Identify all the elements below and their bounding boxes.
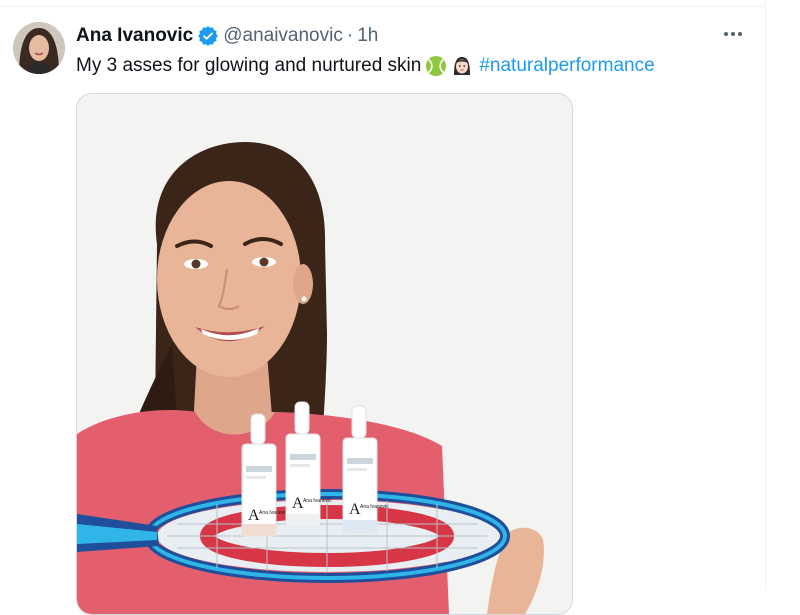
right-divider — [765, 0, 766, 588]
display-name[interactable]: Ana Ivanovic — [76, 25, 193, 47]
top-divider — [0, 6, 766, 7]
tennis-ball-icon — [425, 55, 447, 77]
handle[interactable]: @anaivanovic — [223, 25, 343, 47]
tweet-header: Ana Ivanovic @anaivanovic · 1h — [76, 23, 378, 49]
avatar-image — [13, 22, 65, 74]
more-dot-icon — [724, 32, 728, 36]
separator: · — [346, 25, 354, 46]
product-label-1: Ana Ivanovic — [259, 510, 288, 516]
avatar[interactable] — [13, 22, 65, 74]
more-options-button[interactable] — [721, 24, 745, 44]
verified-badge-icon — [198, 26, 219, 46]
tweet-media-image[interactable]: A Ana Ivanovic A Ana Ivanovic A Ana Ivan… — [76, 93, 573, 615]
product-photo: A Ana Ivanovic A Ana Ivanovic A Ana Ivan… — [77, 94, 572, 614]
tweet-text: My 3 asses for glowing and nurtured skin… — [76, 53, 655, 79]
woman-face-icon — [451, 55, 473, 77]
timestamp[interactable]: 1h — [357, 25, 378, 47]
product-label-2: Ana Ivanovic — [303, 498, 332, 504]
tweet-body: My 3 asses for glowing and nurtured skin — [76, 55, 422, 76]
hashtag-link[interactable]: #naturalperformance — [479, 55, 654, 77]
product-label-3: Ana Ivanovic — [360, 504, 389, 510]
